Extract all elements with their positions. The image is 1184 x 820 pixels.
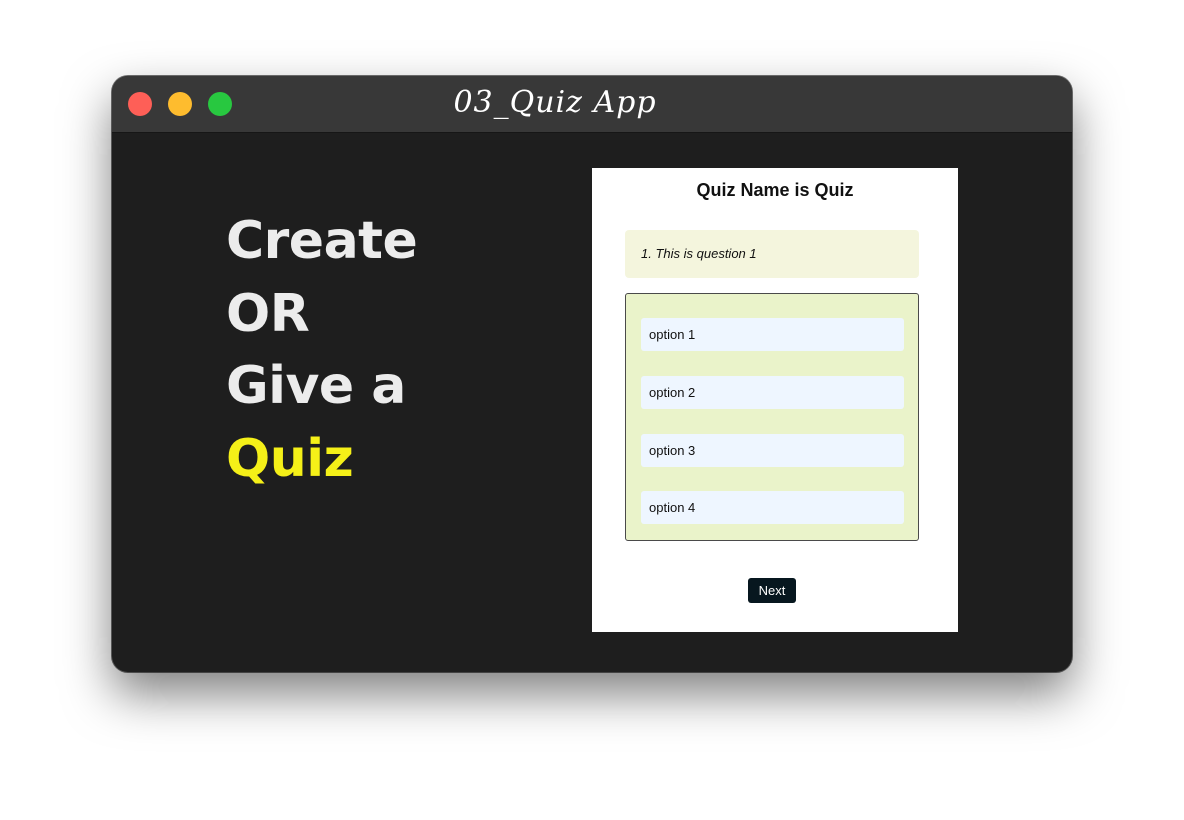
options-list: option 1 option 2 option 3 option 4: [625, 293, 919, 541]
option-1[interactable]: option 1: [641, 318, 904, 351]
app-window: 03_Quiz App Create OR Give a Quiz Quiz N…: [112, 76, 1072, 672]
quiz-title: Quiz Name is Quiz: [696, 180, 854, 200]
title-bar: 03_Quiz App: [112, 76, 1072, 133]
window-title: 03_Quiz App: [453, 85, 657, 120]
question-text: 1. This is question 1: [625, 230, 919, 278]
hero-line-or: OR: [226, 283, 310, 344]
quiz-card: Quiz Name is Quiz 1. This is question 1 …: [592, 168, 958, 632]
option-2[interactable]: option 2: [641, 376, 904, 409]
main-content: Create OR Give a Quiz Quiz Name is Quiz …: [112, 133, 1072, 672]
option-3[interactable]: option 3: [641, 434, 904, 467]
hero-line-give-a: Give a: [226, 356, 406, 416]
hero-line-quiz: Quiz: [226, 428, 354, 489]
hero-heading: Create OR Give a Quiz: [226, 205, 418, 495]
next-button[interactable]: Next: [748, 578, 796, 603]
hero-line-create: Create: [226, 211, 418, 271]
option-4[interactable]: option 4: [641, 491, 904, 524]
